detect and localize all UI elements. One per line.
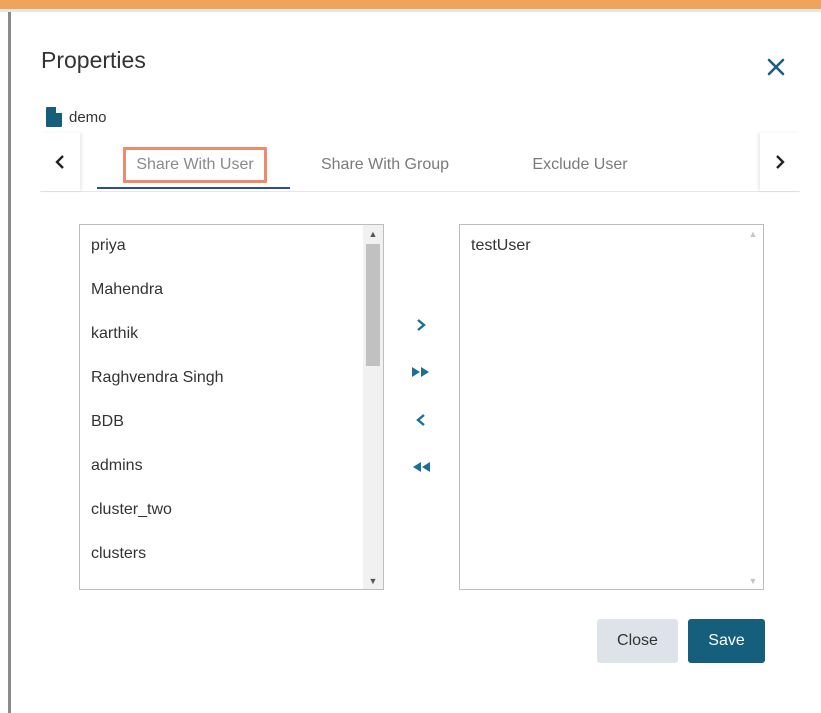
list-item[interactable]: karthik xyxy=(91,325,138,343)
move-all-left-icon[interactable] xyxy=(408,454,434,480)
active-tab-underline xyxy=(97,187,290,189)
available-users-list[interactable]: priya Mahendra karthik Raghvendra Singh … xyxy=(79,224,384,590)
chevron-left-icon[interactable] xyxy=(40,133,80,191)
top-accent-shadow xyxy=(0,9,821,12)
left-edge-bar xyxy=(8,12,11,713)
scroll-down-arrow-icon[interactable]: ▼ xyxy=(363,572,383,589)
scrollbar-thumb[interactable] xyxy=(366,244,380,366)
tab-share-with-group[interactable]: Share With Group xyxy=(310,147,460,183)
tab-share-with-user[interactable]: Share With User xyxy=(122,147,268,183)
scroll-down-arrow-icon[interactable]: ▼ xyxy=(743,572,763,589)
list-item[interactable]: BDB xyxy=(91,413,124,431)
list-item[interactable]: clusters xyxy=(91,545,146,563)
list-item[interactable]: admins xyxy=(91,457,143,475)
scroll-up-arrow-icon[interactable]: ▲ xyxy=(743,225,763,242)
file-name: demo xyxy=(69,108,107,126)
tab-label: Exclude User xyxy=(532,156,628,173)
selected-users-list[interactable]: testUser ▲ ▼ xyxy=(459,224,764,590)
move-left-icon[interactable] xyxy=(408,407,434,433)
tab-bar: Share With User Share With Group Exclude… xyxy=(40,133,800,192)
list-item[interactable]: priya xyxy=(91,237,126,255)
close-button[interactable]: Close xyxy=(597,619,678,663)
scroll-up-arrow-icon[interactable]: ▲ xyxy=(363,225,383,242)
move-right-icon[interactable] xyxy=(408,312,434,338)
save-button[interactable]: Save xyxy=(688,619,765,663)
chevron-right-icon[interactable] xyxy=(760,133,800,191)
scrollbar[interactable]: ▲ ▼ xyxy=(743,225,763,589)
dialog-title: Properties xyxy=(41,47,146,73)
top-accent-bar xyxy=(0,0,821,9)
tab-label: Share With Group xyxy=(320,156,450,173)
file-row: demo xyxy=(45,106,107,128)
move-all-right-icon[interactable] xyxy=(408,359,434,385)
tab-exclude-user[interactable]: Exclude User xyxy=(520,147,640,183)
file-icon xyxy=(46,107,62,127)
close-icon[interactable] xyxy=(764,55,788,79)
list-item[interactable]: cluster_two xyxy=(91,501,172,519)
scrollbar[interactable]: ▲ ▼ xyxy=(363,225,383,589)
tab-label: Share With User xyxy=(123,147,267,183)
list-item[interactable]: testUser xyxy=(471,237,531,255)
list-item[interactable]: Raghvendra Singh xyxy=(91,369,224,387)
list-item[interactable]: Mahendra xyxy=(91,281,163,299)
